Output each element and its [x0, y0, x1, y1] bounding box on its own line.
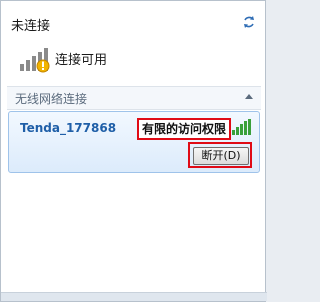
- flyout-bottom-edge: [1, 292, 267, 301]
- network-ssid: Tenda_177868: [20, 121, 117, 135]
- signal-strength-icon: [231, 119, 253, 135]
- wifi-warning-icon: [19, 47, 51, 73]
- disconnect-button[interactable]: 断开(D): [193, 147, 249, 165]
- disconnect-highlight: 断开(D): [188, 142, 252, 168]
- wireless-group-header[interactable]: 无线网络连接: [7, 86, 261, 110]
- status-text: 连接可用: [55, 53, 108, 68]
- refresh-icon[interactable]: [241, 14, 257, 30]
- chevron-up-icon[interactable]: [245, 94, 253, 99]
- group-label: 无线网络连接: [15, 92, 88, 106]
- network-flyout: 未连接 连接可用 无线网络连接 Tenda_177868 有限的访问权限 断开(…: [0, 0, 267, 302]
- connection-status-title: 未连接: [11, 19, 51, 34]
- connections-available-row: 连接可用: [19, 47, 229, 73]
- network-list-item[interactable]: Tenda_177868 有限的访问权限 断开(D): [8, 111, 260, 173]
- limited-access-badge: 有限的访问权限: [137, 118, 232, 140]
